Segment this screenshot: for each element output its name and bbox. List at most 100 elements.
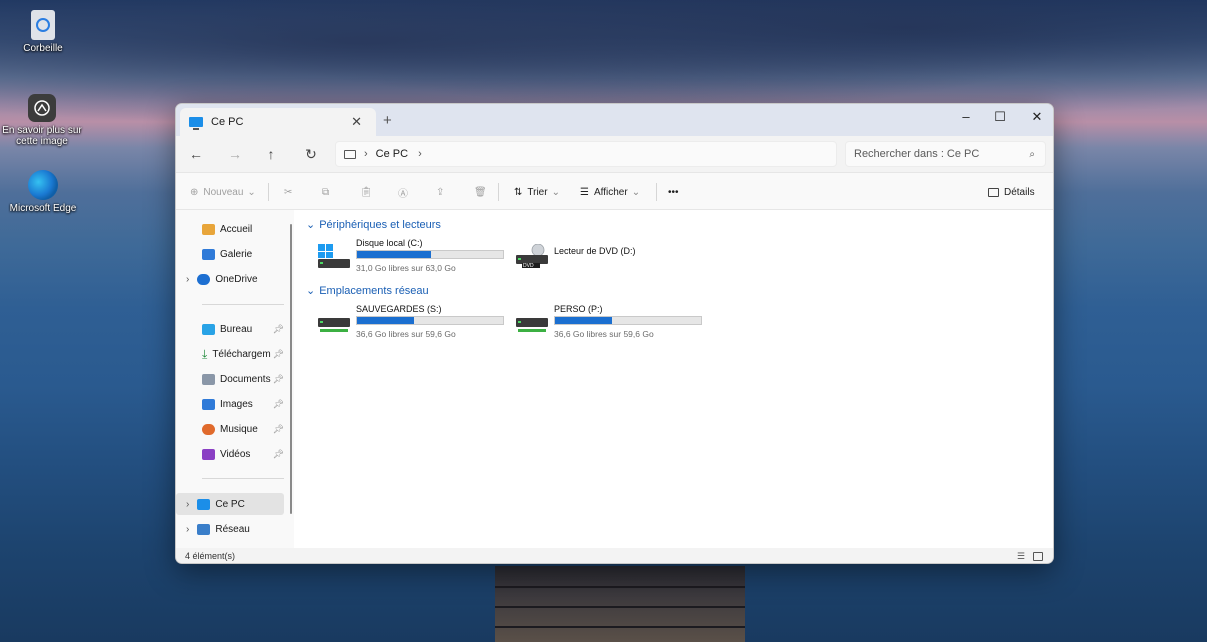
- local-disk-icon: [318, 244, 350, 268]
- tab-ce-pc[interactable]: Ce PC ✕: [180, 108, 376, 136]
- details-button[interactable]: Détails: [988, 182, 1035, 202]
- drive-free-space: 36,6 Go libres sur 59,6 Go: [356, 329, 456, 339]
- usage-fill: [357, 251, 432, 258]
- pier-image: [495, 566, 745, 642]
- videos-icon: [202, 448, 215, 460]
- drive-p[interactable]: PERSO (P:) 36,6 Go libres sur 59,6 Go: [516, 304, 706, 344]
- new-button[interactable]: ⊕ Nouveau ⌄: [190, 182, 256, 202]
- content-pane: ⌄ Périphériques et lecteurs Disque local…: [294, 210, 1053, 548]
- paste-icon[interactable]: 📋︎: [360, 182, 373, 202]
- pin-icon[interactable]: 📌︎: [273, 449, 284, 460]
- close-window-button[interactable]: ✕: [1019, 104, 1053, 132]
- computer-icon: [189, 117, 203, 130]
- pin-icon[interactable]: 📌︎: [273, 424, 284, 435]
- pin-icon[interactable]: 📌︎: [273, 349, 284, 360]
- sidebar-item-ce-pc[interactable]: › Ce PC: [176, 493, 284, 515]
- desktop-icon-edge[interactable]: Microsoft Edge: [3, 170, 83, 214]
- sidebar-item-accueil[interactable]: Accueil: [176, 218, 286, 240]
- minimize-button[interactable]: –: [948, 104, 984, 132]
- sort-button[interactable]: ⇅ Trier ⌄: [514, 182, 560, 202]
- search-placeholder: Rechercher dans : Ce PC: [854, 148, 980, 160]
- learn-more-icon: [28, 94, 56, 122]
- close-tab-icon[interactable]: ✕: [351, 114, 362, 130]
- network-icon: [197, 523, 211, 535]
- pin-icon[interactable]: 📌︎: [273, 399, 284, 410]
- sidebar-item-videos[interactable]: Vidéos 📌︎: [176, 443, 286, 465]
- chevron-down-icon: ⌄: [306, 285, 316, 297]
- search-input[interactable]: Rechercher dans : Ce PC ⌕: [845, 141, 1046, 167]
- refresh-icon[interactable]: ↻: [301, 144, 321, 164]
- group-header-devices[interactable]: ⌄ Périphériques et lecteurs: [306, 218, 441, 232]
- sidebar-item-images[interactable]: Images 📌︎: [176, 393, 286, 415]
- chevron-down-icon: ⌄: [631, 186, 641, 198]
- drive-name: Disque local (C:): [356, 238, 423, 248]
- share-icon[interactable]: ⇪: [436, 182, 444, 202]
- drive-name: Lecteur de DVD (D:): [554, 246, 636, 256]
- edge-icon: [28, 170, 58, 200]
- monitor-icon: [344, 149, 356, 159]
- new-tab-button[interactable]: +: [383, 112, 392, 129]
- plus-icon: ⊕: [190, 186, 199, 198]
- rename-icon[interactable]: Ⓐ: [398, 182, 408, 202]
- onedrive-icon: [197, 273, 211, 285]
- computer-icon: [197, 498, 211, 510]
- drive-free-space: 31,0 Go libres sur 63,0 Go: [356, 263, 456, 273]
- status-bar: 4 élément(s) ☰: [176, 548, 1053, 563]
- group-header-network[interactable]: ⌄ Emplacements réseau: [306, 284, 429, 298]
- chevron-right-icon: ›: [186, 523, 190, 535]
- view-icon: ☰: [580, 186, 589, 198]
- sidebar-item-musique[interactable]: Musique 📌︎: [176, 418, 286, 440]
- desktop-icon-label: En savoir plus sur cette image: [2, 125, 82, 147]
- pin-icon[interactable]: 📌︎: [273, 324, 284, 335]
- drive-usage-bar: [554, 316, 702, 325]
- tiles-view-icon[interactable]: [1033, 552, 1043, 561]
- details-view-icon[interactable]: ☰: [1017, 548, 1025, 563]
- drive-dvd[interactable]: DVD Lecteur de DVD (D:): [516, 238, 706, 278]
- sidebar-scrollbar[interactable]: [290, 224, 292, 514]
- command-bar: ⊕ Nouveau ⌄ ✂ ⧉ 📋︎ Ⓐ ⇪ 🗑︎ ⇅ Trier ⌄ ☰ Af…: [176, 172, 1053, 210]
- music-icon: [202, 423, 215, 435]
- documents-icon: [202, 373, 215, 385]
- sidebar-item-telechargements[interactable]: ⤓ Téléchargem 📌︎: [176, 343, 286, 365]
- item-count: 4 élément(s): [185, 551, 236, 561]
- sidebar-item-galerie[interactable]: Galerie: [176, 243, 286, 265]
- sidebar-item-bureau[interactable]: Bureau 📌︎: [176, 318, 286, 340]
- sidebar-item-documents[interactable]: Documents 📌︎: [176, 368, 286, 390]
- view-button[interactable]: ☰ Afficher ⌄: [580, 182, 640, 202]
- sidebar-item-onedrive[interactable]: › OneDrive: [176, 268, 286, 290]
- details-pane-icon: [988, 187, 999, 197]
- forward-arrow-icon[interactable]: →: [225, 144, 245, 164]
- download-icon: ⤓: [202, 346, 208, 361]
- search-icon: ⌕: [1029, 148, 1035, 160]
- desktop-folder-icon: [202, 323, 215, 335]
- more-options-button[interactable]: •••: [668, 182, 679, 202]
- drive-usage-bar: [356, 316, 504, 325]
- drive-c[interactable]: Disque local (C:) 31,0 Go libres sur 63,…: [318, 238, 508, 278]
- desktop-icon-label: Corbeille: [23, 43, 63, 54]
- navigation-pane: Accueil Galerie › OneDrive Bureau 📌︎ ⤓ T…: [176, 210, 294, 548]
- drive-s[interactable]: SAUVEGARDES (S:) 36,6 Go libres sur 59,6…: [318, 304, 508, 344]
- breadcrumb[interactable]: › Ce PC ›: [335, 141, 837, 167]
- sidebar-item-reseau[interactable]: › Réseau: [176, 518, 286, 540]
- drive-free-space: 36,6 Go libres sur 59,6 Go: [554, 329, 654, 339]
- home-icon: [202, 223, 215, 235]
- maximize-button[interactable]: ☐: [982, 104, 1018, 132]
- sort-icon: ⇅: [514, 186, 523, 198]
- images-icon: [202, 398, 215, 410]
- chevron-down-icon: ⌄: [306, 219, 316, 231]
- up-arrow-icon[interactable]: ↑: [261, 144, 281, 164]
- gallery-icon: [202, 248, 215, 260]
- chevron-right-icon: ›: [186, 273, 190, 285]
- desktop-icon-label: Microsoft Edge: [9, 203, 77, 214]
- desktop-icon-recycle-bin[interactable]: Corbeille: [3, 10, 83, 54]
- delete-icon[interactable]: 🗑︎: [474, 182, 487, 202]
- copy-icon[interactable]: ⧉: [322, 182, 329, 202]
- dvd-badge: DVD: [523, 263, 534, 269]
- cut-icon[interactable]: ✂: [284, 182, 292, 202]
- pin-icon[interactable]: 📌︎: [273, 374, 284, 385]
- usage-fill: [357, 317, 414, 324]
- network-drive-icon: [318, 318, 350, 332]
- back-arrow-icon[interactable]: ←: [186, 144, 206, 164]
- breadcrumb-ce-pc[interactable]: Ce PC: [376, 148, 408, 160]
- desktop-icon-learn-more[interactable]: En savoir plus sur cette image: [2, 94, 82, 147]
